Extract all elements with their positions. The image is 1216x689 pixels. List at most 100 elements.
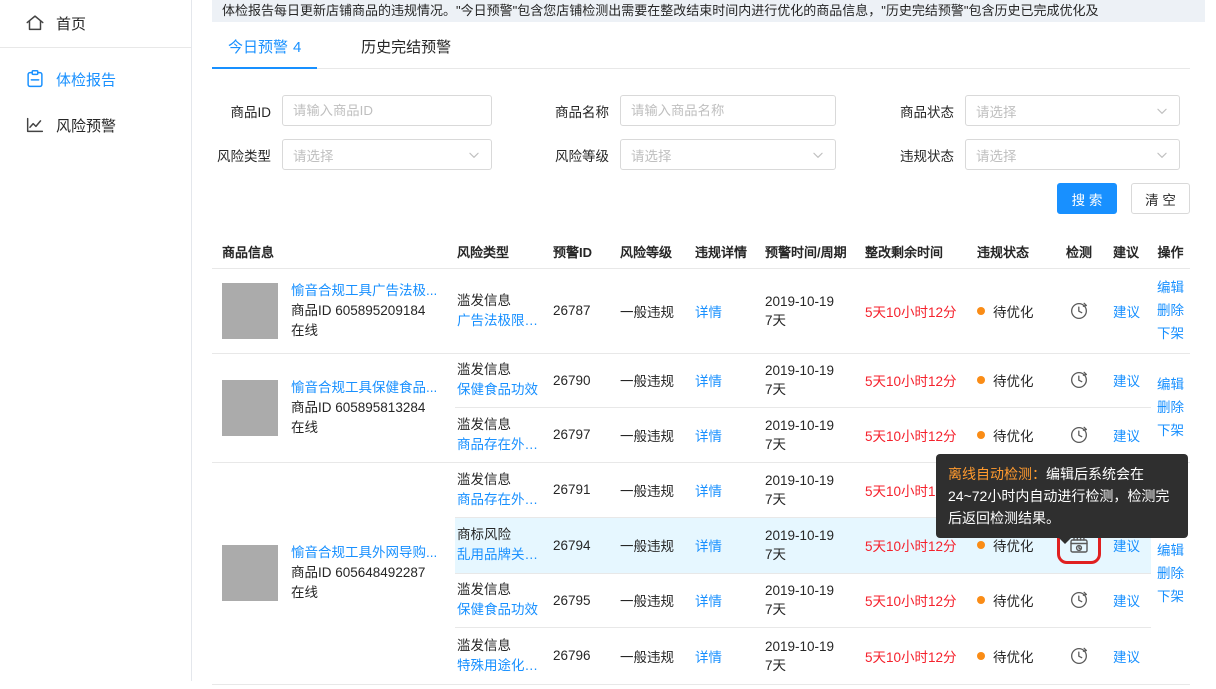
tab-bar: 今日预警4 历史完结预警 — [212, 30, 1190, 69]
search-button[interactable]: 搜 索 — [1057, 183, 1117, 214]
product-status: 在线 — [291, 418, 437, 438]
risk-category: 滥发信息 — [457, 636, 545, 656]
detect-countdown-icon[interactable] — [1068, 424, 1090, 446]
risk-type-select[interactable]: 请选择 — [282, 139, 492, 170]
product-id: 商品ID 605895813284 — [291, 398, 437, 418]
violation-status-label: 违规状态 — [895, 145, 965, 165]
detail-link[interactable]: 详情 — [695, 539, 722, 554]
remaining-time: 5天10小时12分 — [865, 429, 957, 444]
sidebar: 首页 体检报告 风险预警 — [0, 0, 192, 681]
warn-cycle: 7天 — [765, 435, 855, 454]
chevron-down-icon — [811, 148, 825, 162]
detail-link[interactable]: 详情 — [695, 650, 722, 665]
product-name-link[interactable]: 愉音合规工具保健食品... — [291, 378, 437, 398]
unlist-link[interactable]: 下架 — [1151, 585, 1190, 608]
col-detect: 检测 — [1055, 235, 1103, 268]
suggest-link[interactable]: 建议 — [1113, 594, 1140, 609]
detail-link[interactable]: 详情 — [695, 374, 722, 389]
unlist-link[interactable]: 下架 — [1151, 322, 1190, 345]
warning-id: 26797 — [545, 407, 610, 462]
tooltip-title: 离线自动检测： — [948, 466, 1046, 482]
suggest-link[interactable]: 建议 — [1113, 305, 1140, 320]
product-id: 商品ID 605648492287 — [291, 563, 437, 583]
unlist-link[interactable]: 下架 — [1151, 419, 1190, 442]
product-name-link[interactable]: 愉音合规工具外网导购... — [291, 543, 437, 563]
edit-link[interactable]: 编辑 — [1151, 539, 1190, 562]
sidebar-item-risk[interactable]: 风险预警 — [0, 102, 191, 148]
risk-detail-link[interactable]: 广告法极限词... — [457, 311, 543, 331]
status-dot — [977, 431, 985, 439]
col-operations: 操作 — [1151, 235, 1190, 268]
home-icon — [24, 12, 46, 34]
sidebar-item-home[interactable]: 首页 — [0, 0, 191, 46]
product-thumbnail — [222, 545, 278, 601]
detail-link[interactable]: 详情 — [695, 429, 722, 444]
detect-countdown-icon[interactable] — [1068, 300, 1090, 322]
risk-detail-link[interactable]: 商品存在外网... — [457, 490, 543, 510]
risk-level-select[interactable]: 请选择 — [620, 139, 836, 170]
detect-countdown-icon[interactable] — [1068, 369, 1090, 391]
risk-level: 一般违规 — [610, 517, 685, 573]
warn-date: 2019-10-19 — [765, 471, 855, 490]
risk-category: 滥发信息 — [457, 580, 545, 600]
tab-history-warnings[interactable]: 历史完结预警 — [345, 30, 467, 69]
delete-link[interactable]: 删除 — [1151, 396, 1190, 419]
warn-cycle: 7天 — [765, 380, 855, 399]
product-name-input[interactable] — [620, 95, 836, 126]
detail-link[interactable]: 详情 — [695, 594, 722, 609]
table-header-row: 商品信息 风险类型 预警ID 风险等级 违规详情 预警时间/周期 整改剩余时间 … — [212, 235, 1190, 268]
violation-status-cell: 待优化 — [977, 301, 1055, 321]
status-dot — [977, 652, 985, 660]
delete-link[interactable]: 删除 — [1151, 562, 1190, 585]
suggest-link[interactable]: 建议 — [1113, 650, 1140, 665]
risk-detail-link[interactable]: 保健食品功效 — [457, 380, 543, 400]
warn-cycle: 7天 — [765, 545, 855, 564]
risk-level: 一般违规 — [610, 268, 685, 353]
risk-category: 滥发信息 — [457, 470, 545, 490]
delete-link[interactable]: 删除 — [1151, 299, 1190, 322]
product-cell: 愉音合规工具外网导购... 商品ID 605648492287 在线 — [222, 543, 455, 603]
risk-detail-link[interactable]: 特殊用途化妆... — [457, 656, 543, 676]
detect-countdown-icon[interactable] — [1068, 589, 1090, 611]
product-id-input[interactable] — [282, 95, 492, 126]
violation-status-select[interactable]: 请选择 — [965, 139, 1180, 170]
product-name-link[interactable]: 愉音合规工具广告法极... — [291, 281, 437, 301]
suggest-link[interactable]: 建议 — [1113, 429, 1140, 444]
col-product-info: 商品信息 — [212, 235, 455, 268]
info-banner: 体检报告每日更新店铺商品的违规情况。"今日预警"包含您店铺检测出需要在整改结束时… — [212, 0, 1205, 22]
warning-id: 26794 — [545, 517, 610, 573]
tab-today-warnings[interactable]: 今日预警4 — [212, 30, 317, 69]
chevron-down-icon — [467, 148, 481, 162]
clear-button[interactable]: 清 空 — [1131, 183, 1190, 214]
warn-date: 2019-10-19 — [765, 292, 855, 311]
col-violation-status: 违规状态 — [967, 235, 1055, 268]
risk-detail-link[interactable]: 商品存在外网... — [457, 435, 543, 455]
col-warning-id: 预警ID — [545, 235, 610, 268]
risk-detail-link[interactable]: 乱用品牌关键词 — [457, 545, 543, 565]
risk-detail-link[interactable]: 保健食品功效 — [457, 600, 543, 620]
warn-cycle: 7天 — [765, 490, 855, 509]
product-status-label: 商品状态 — [895, 101, 965, 121]
detect-countdown-icon[interactable] — [1068, 645, 1090, 667]
edit-link[interactable]: 编辑 — [1151, 373, 1190, 396]
warn-date: 2019-10-19 — [765, 526, 855, 545]
product-id-label: 商品ID — [212, 101, 282, 121]
risk-level: 一般违规 — [610, 462, 685, 517]
product-id: 商品ID 605895209184 — [291, 301, 437, 321]
violation-status: 待优化 — [993, 646, 1034, 666]
select-placeholder: 请选择 — [293, 145, 334, 165]
detail-link[interactable]: 详情 — [695, 484, 722, 499]
violation-status: 待优化 — [993, 535, 1034, 555]
edit-link[interactable]: 编辑 — [1151, 276, 1190, 299]
operations-cell: 编辑 删除 下架 — [1151, 353, 1190, 462]
remaining-time: 5天10小时12分 — [865, 539, 957, 554]
col-remaining-time: 整改剩余时间 — [855, 235, 967, 268]
suggest-link[interactable]: 建议 — [1113, 539, 1140, 554]
detail-link[interactable]: 详情 — [695, 305, 722, 320]
suggest-link[interactable]: 建议 — [1113, 374, 1140, 389]
table-row: 愉音合规工具保健食品... 商品ID 605895813284 在线 滥发信息 … — [212, 353, 1190, 407]
remaining-time: 5天10小时12分 — [865, 650, 957, 665]
tab-label: 今日预警 — [228, 39, 288, 56]
sidebar-item-report[interactable]: 体检报告 — [0, 56, 191, 102]
product-status-select[interactable]: 请选择 — [965, 95, 1180, 126]
